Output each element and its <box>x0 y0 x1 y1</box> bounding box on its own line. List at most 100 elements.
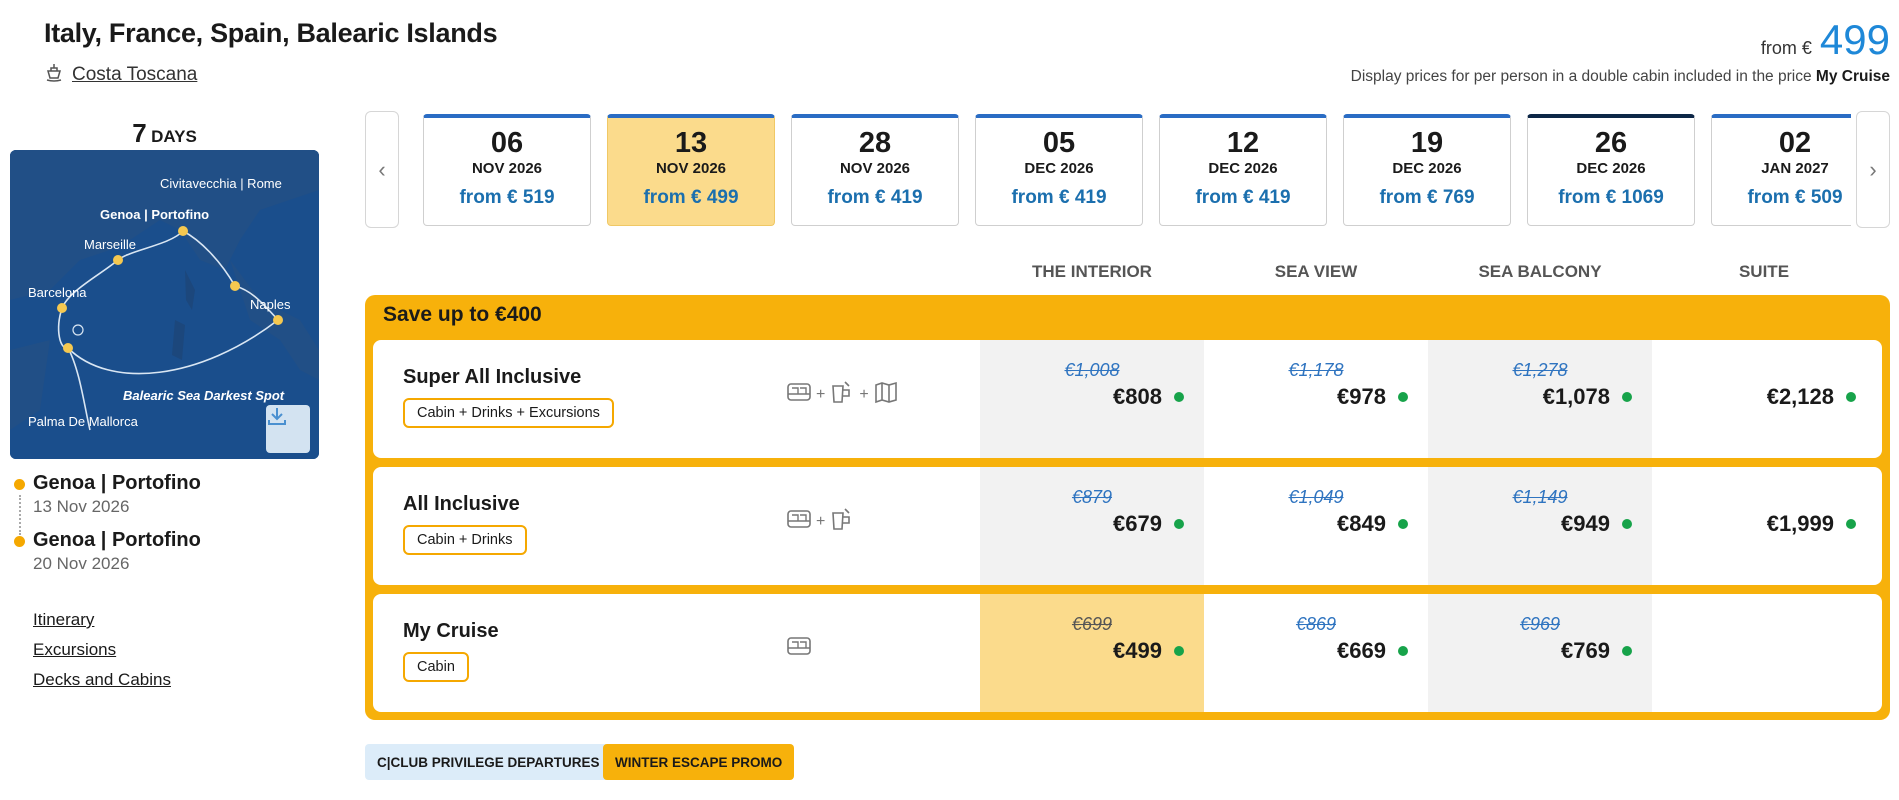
price-cell-sea-view[interactable]: €1,049 €849 <box>1204 467 1428 585</box>
prev-dates-button[interactable]: ‹ <box>365 111 399 228</box>
old-price: €1,278 <box>1512 360 1568 380</box>
package-tag: Cabin + Drinks + Excursions <box>403 398 614 428</box>
drink-icon <box>829 507 855 536</box>
date-day: 06 <box>490 127 524 159</box>
next-dates-button[interactable]: › <box>1856 111 1890 228</box>
bed-icon <box>786 634 812 663</box>
map-label-naples: Naples <box>250 297 291 312</box>
old-price: €1,008 <box>1064 360 1120 380</box>
cabin-header-suite: SUITE <box>1738 262 1790 281</box>
date-day: 12 <box>1226 127 1260 159</box>
date-card[interactable]: 02 JAN 2027 from € 509 <box>1711 114 1851 226</box>
price-cell-interior[interactable]: €1,008 €808 <box>980 340 1204 458</box>
date-month: NOV 2026 <box>655 160 727 177</box>
winter-escape-badge[interactable]: WINTER ESCAPE PROMO <box>603 744 795 780</box>
date-card[interactable]: 26 DEC 2026 from € 1069 <box>1527 114 1695 226</box>
new-price: €679 <box>1113 511 1184 537</box>
old-price: €1,178 <box>1288 360 1344 380</box>
price-cell-sea-view[interactable]: €869 €669 <box>1204 594 1428 712</box>
availability-dot <box>1846 519 1856 529</box>
price-value: €499 <box>1113 638 1162 663</box>
date-day: 05 <box>1042 127 1076 159</box>
ship-name: Costa Toscana <box>72 64 198 85</box>
detail-links: Itinerary Excursions Decks and Cabins <box>33 610 171 690</box>
price-cell-interior[interactable]: €879 €679 <box>980 467 1204 585</box>
date-month: DEC 2026 <box>1024 160 1094 177</box>
decks-cabins-link[interactable]: Decks and Cabins <box>33 670 171 690</box>
date-price: from € 519 <box>459 187 555 208</box>
package-name: All Inclusive <box>403 493 520 515</box>
date-strip: 06 NOV 2026 from € 519 13 NOV 2026 from … <box>423 114 1851 226</box>
date-month: DEC 2026 <box>1576 160 1646 177</box>
date-day: 19 <box>1410 127 1444 159</box>
price-cell-sea-balcony[interactable]: €1,278 €1,078 <box>1428 340 1652 458</box>
download-map-button[interactable] <box>266 405 310 453</box>
itinerary-link[interactable]: Itinerary <box>33 610 171 630</box>
itinerary-map[interactable]: Civitavecchia | Rome Genoa | Portofino M… <box>10 150 319 459</box>
old-price: €1,049 <box>1288 487 1344 507</box>
date-month: JAN 2027 <box>1761 160 1829 177</box>
price-cell-interior-selected[interactable]: €699 €499 <box>980 594 1204 712</box>
price-value: €2,128 <box>1766 384 1834 409</box>
price-cell-suite[interactable]: €2,128 <box>1652 340 1876 458</box>
date-day: 02 <box>1778 127 1812 159</box>
package-tag: Cabin + Drinks <box>403 525 527 555</box>
new-price: €499 <box>1113 638 1184 664</box>
new-price: €949 <box>1561 511 1632 537</box>
new-price: €669 <box>1337 638 1408 664</box>
date-price: from € 1069 <box>1558 187 1664 208</box>
price-value: €769 <box>1561 638 1610 663</box>
price-cell-sea-balcony[interactable]: €969 €769 <box>1428 594 1652 712</box>
date-card[interactable]: 06 NOV 2026 from € 519 <box>423 114 591 226</box>
price-cell-suite[interactable]: €1,999 <box>1652 467 1876 585</box>
port-departure: Genoa | Portofino 13 Nov 2026 <box>14 472 201 517</box>
date-day: 28 <box>858 127 892 159</box>
date-card[interactable]: 05 DEC 2026 from € 419 <box>975 114 1143 226</box>
new-price: €1,078 <box>1543 384 1632 410</box>
price-value: €808 <box>1113 384 1162 409</box>
date-card[interactable]: 19 DEC 2026 from € 769 <box>1343 114 1511 226</box>
plus-icon: + <box>816 385 826 403</box>
plus-icon: + <box>816 512 826 530</box>
price-value: €1,999 <box>1766 511 1834 536</box>
duration-label: DAYS <box>151 127 197 146</box>
availability-dot <box>1174 519 1184 529</box>
from-price: 499 <box>1819 16 1890 63</box>
map-label-palma: Palma De Mallorca <box>28 414 138 429</box>
price-note-package: My Cruise <box>1815 68 1890 85</box>
date-month: NOV 2026 <box>471 160 543 177</box>
port-dot <box>14 479 25 490</box>
excursions-link[interactable]: Excursions <box>33 640 171 660</box>
date-day: 13 <box>674 127 708 159</box>
new-price: €808 <box>1113 384 1184 410</box>
duration-number: 7 <box>132 118 147 148</box>
date-price: from € 419 <box>1195 187 1291 208</box>
old-price: €699 <box>1071 614 1113 634</box>
date-card[interactable]: 28 NOV 2026 from € 419 <box>791 114 959 226</box>
old-price: €879 <box>1071 487 1113 507</box>
ship-link[interactable]: Costa Toscana <box>44 62 197 88</box>
map-label-barcelona: Barcelona <box>28 285 87 300</box>
package-icons: + + <box>786 380 899 409</box>
new-price: €769 <box>1561 638 1632 664</box>
date-card-selected[interactable]: 13 NOV 2026 from € 499 <box>607 114 775 226</box>
price-cell-sea-view[interactable]: €1,178 €978 <box>1204 340 1428 458</box>
date-price: from € 419 <box>827 187 923 208</box>
new-price: €978 <box>1337 384 1408 410</box>
availability-dot <box>1398 646 1408 656</box>
price-cell-sea-balcony[interactable]: €1,149 €949 <box>1428 467 1652 585</box>
drink-icon <box>829 380 855 409</box>
plus-icon: + <box>859 385 869 403</box>
date-price: from € 499 <box>643 187 739 208</box>
duration: 7 DAYS <box>10 118 319 149</box>
date-month: DEC 2026 <box>1392 160 1462 177</box>
chevron-right-icon: › <box>1869 156 1877 182</box>
cabin-header-sea-view: SEA VIEW <box>1274 262 1358 281</box>
date-card[interactable]: 12 DEC 2026 from € 419 <box>1159 114 1327 226</box>
availability-dot <box>1846 392 1856 402</box>
package-icons: + <box>786 507 855 536</box>
old-price: €869 <box>1295 614 1337 634</box>
cclub-badge[interactable]: C|CLUB PRIVILEGE DEPARTURES <box>365 744 612 780</box>
map-label-marseille: Marseille <box>84 237 137 252</box>
headline-price: from € 499 <box>1761 16 1890 64</box>
